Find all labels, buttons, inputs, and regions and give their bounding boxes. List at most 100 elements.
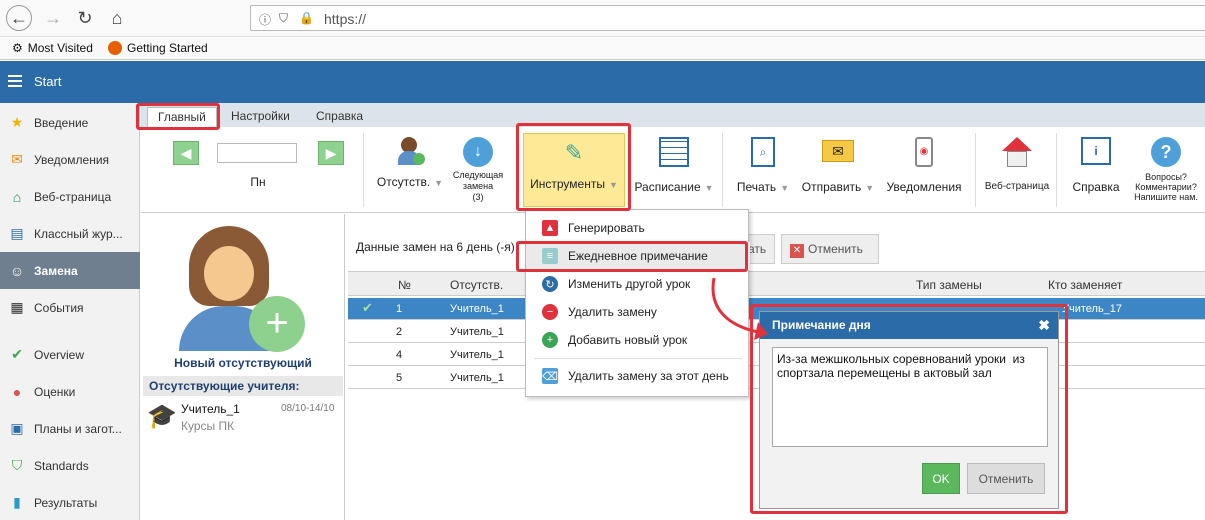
grade-icon: ●	[12, 383, 22, 400]
next-substitution-button[interactable]: ↓ Следующая замена (3)	[448, 137, 508, 203]
ribbon-separator	[363, 133, 364, 207]
question-icon: ?	[1151, 137, 1181, 167]
tools-button[interactable]: ✎ Инструменты ▼	[523, 133, 625, 207]
timetable-icon	[659, 137, 689, 167]
print-button[interactable]: ⌕ Печать ▼	[733, 137, 793, 194]
sidebar-item-class-journal[interactable]: ▤ Классный жур...	[0, 215, 140, 252]
lock-icon: 🔒	[299, 11, 314, 25]
note-textarea[interactable]: Из-за межшкольных соревнований уроки из …	[772, 347, 1048, 447]
menu-item-daily-note[interactable]: ≡ Ежедневное примечание	[526, 242, 750, 270]
home-icon[interactable]: ⌂	[104, 5, 130, 31]
delete-day-icon: ⌫	[542, 368, 558, 384]
next-day-button[interactable]: ▶	[318, 141, 344, 165]
gear-icon: ⚙	[12, 41, 23, 55]
sidebar-item-substitution[interactable]: ☺ Замена	[0, 252, 140, 289]
tab-help[interactable]: Справка	[306, 107, 373, 127]
ribbon-separator	[975, 133, 976, 207]
down-arrow-icon: ↓	[463, 137, 493, 167]
note-icon: ≡	[542, 248, 558, 264]
app-header: Start	[0, 61, 1205, 103]
bookmarks-bar: ⚙ Most Visited Getting Started	[0, 38, 1205, 60]
sidebar-item-webpage[interactable]: ⌂ Веб-страница	[0, 178, 140, 215]
plus-icon: +	[249, 296, 305, 352]
sidebar-item-overview[interactable]: ✔ Overview	[0, 336, 140, 373]
forward-arrow-icon[interactable]: →	[40, 5, 66, 31]
manual-icon: i	[1081, 137, 1111, 165]
help-button[interactable]: i Справка	[1065, 137, 1127, 194]
star-icon: ★	[10, 114, 24, 130]
sidebar-item-results[interactable]: ▮ Результаты	[0, 484, 140, 520]
menu-item-remove-day[interactable]: ⌫ Удалить замену за этот день	[526, 362, 750, 390]
graduation-cap-icon: 🎓	[147, 403, 177, 430]
cancel-button[interactable]: Отменить	[967, 463, 1045, 494]
send-button[interactable]: ✉ Отправить ▼	[799, 137, 877, 194]
shield-icon: ⛉	[279, 11, 289, 25]
cancel-button[interactable]: ✕ Отменить	[781, 234, 879, 264]
absent-teacher-item[interactable]: 🎓 Учитель_1 08/10-14/10 Курсы ПК	[143, 398, 343, 438]
face-shape	[204, 246, 254, 301]
ok-button[interactable]: OK	[922, 463, 960, 494]
col-type[interactable]: Тип замены	[916, 278, 982, 292]
col-who[interactable]: Кто заменяет	[1048, 278, 1122, 292]
generate-icon: ▲	[542, 220, 558, 236]
tools-icon: ✎	[564, 140, 584, 165]
home-icon: ⌂	[12, 188, 22, 205]
tab-settings[interactable]: Настройки	[221, 107, 300, 127]
sidebar-item-events[interactable]: ▦ События	[0, 289, 140, 326]
calendar-icon: ▦	[10, 299, 24, 315]
envelope-icon: ✉	[822, 140, 854, 162]
bookmark-most-visited[interactable]: ⚙ Most Visited	[12, 41, 93, 55]
remove-icon: −	[542, 304, 558, 320]
sidebar-item-intro[interactable]: ★ Введение	[0, 104, 140, 141]
house-icon	[1002, 137, 1032, 167]
browser-toolbar: ← → ↻ ⌂ ⓘ ⛉ 🔒 https://	[0, 0, 1205, 37]
check-circle-icon: ✔	[11, 346, 23, 362]
menu-icon[interactable]	[8, 75, 22, 87]
envelope-icon: ✉	[11, 151, 23, 167]
add-icon: +	[542, 332, 558, 348]
shield-icon: ⛉	[11, 457, 23, 473]
absent-teachers-header: Отсутствующие учителя:	[143, 376, 343, 396]
check-icon: ✔	[362, 300, 373, 315]
new-absent-label[interactable]: Новый отсутствующий	[141, 356, 345, 370]
menu-item-generate[interactable]: ▲ Генерировать	[526, 214, 750, 242]
teacher-add-icon	[395, 137, 425, 167]
feedback-button[interactable]: ? Вопросы? Комментарии? Напишите нам.	[1131, 137, 1201, 202]
print-preview-icon: ⌕	[751, 137, 775, 167]
absence-button[interactable]: Отсутств. ▼	[375, 137, 445, 207]
user-icon: ☺	[9, 262, 25, 279]
grid-header: № Отсутств. Тип замены Кто заменяет	[348, 271, 1205, 296]
dialog-title: Примечание дня	[760, 312, 1058, 339]
sidebar: ★ Введение ✉ Уведомления ⌂ Веб-страница …	[0, 103, 140, 520]
sidebar-item-standards[interactable]: ⛉ Standards	[0, 447, 140, 484]
back-arrow-icon[interactable]: ←	[6, 5, 32, 31]
notifications-button[interactable]: ◉ Уведомления	[881, 137, 967, 194]
ribbon: ◀ ▶ Пн Отсутств. ▼ ↓ Следующая замена (3)…	[141, 127, 1205, 213]
sidebar-item-plans[interactable]: ▣ Планы и загот...	[0, 410, 140, 447]
firefox-icon	[108, 41, 122, 55]
reload-icon[interactable]: ↻	[72, 5, 98, 31]
tab-main[interactable]: Главный	[147, 107, 217, 127]
col-num[interactable]: №	[398, 278, 411, 292]
sidebar-item-notifications[interactable]: ✉ Уведомления	[0, 141, 140, 178]
bookmark-getting-started[interactable]: Getting Started	[108, 41, 208, 55]
new-absent-avatar[interactable]: +	[179, 226, 309, 356]
refresh-icon: ↻	[542, 276, 558, 292]
close-icon[interactable]: ✖	[1038, 317, 1050, 334]
ribbon-tabs: Главный Настройки Справка	[141, 103, 1205, 127]
info-icon: ⓘ	[259, 13, 272, 27]
day-label: Пн	[250, 175, 266, 189]
day-input[interactable]	[217, 143, 297, 163]
data-caption: Данные замен на 6 день (-я)	[356, 240, 515, 254]
schedule-button[interactable]: Расписание ▼	[633, 137, 715, 194]
webpage-button[interactable]: Веб-страница	[984, 137, 1050, 192]
sidebar-item-grades[interactable]: ● Оценки	[0, 373, 140, 410]
url-bar[interactable]: ⓘ ⛉ 🔒 https://	[250, 5, 1205, 31]
phone-icon: ◉	[915, 137, 933, 167]
app-title: Start	[34, 74, 62, 89]
briefcase-icon: ▣	[10, 420, 24, 436]
menu-divider	[534, 358, 742, 359]
bar-chart-icon: ▮	[13, 494, 21, 510]
col-absent[interactable]: Отсутств.	[450, 278, 503, 292]
prev-day-button[interactable]: ◀	[173, 141, 199, 165]
